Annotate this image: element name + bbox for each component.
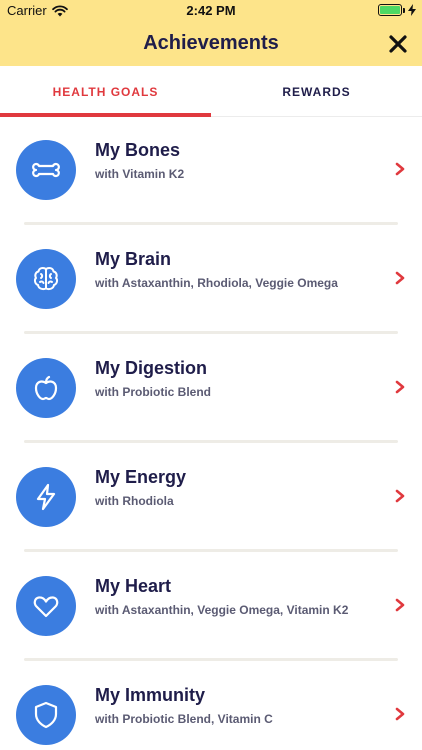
row-divider (24, 549, 398, 552)
goal-subtitle: with Rhodiola (95, 494, 174, 508)
chevron-right-icon (395, 271, 405, 285)
chevron-right-icon (395, 598, 405, 612)
goal-title: My Digestion (95, 358, 208, 378)
row-divider (24, 658, 398, 661)
row-divider (24, 222, 398, 225)
goal-row-energy[interactable]: My Energy with Rhodiola (0, 445, 422, 554)
brain-icon (33, 266, 59, 291)
goal-row-bones[interactable]: My Bones with Vitamin K2 (0, 118, 422, 227)
goal-title: My Brain (95, 249, 172, 269)
apple-icon (34, 375, 58, 401)
goal-icon-circle (16, 576, 76, 636)
chevron-right-icon (395, 707, 405, 721)
goal-subtitle: with Probiotic Blend, Vitamin C (95, 712, 273, 726)
active-tab-indicator (0, 113, 211, 117)
chevron-right-icon (395, 162, 405, 176)
goal-row-brain[interactable]: My Brain with Astaxanthin, Rhodiola, Veg… (0, 227, 422, 336)
tab-bar: HEALTH GOALS REWARDS (0, 66, 422, 117)
goal-icon-circle (16, 249, 76, 309)
app-header: Carrier 2:42 PM Achievements (0, 0, 422, 66)
row-divider (24, 331, 398, 334)
close-button[interactable] (386, 32, 410, 56)
battery-icon (378, 4, 402, 16)
goal-subtitle: with Astaxanthin, Rhodiola, Veggie Omega (95, 276, 338, 290)
shield-icon (34, 701, 58, 729)
goal-title: My Bones (95, 140, 181, 160)
goal-icon-circle (16, 685, 76, 745)
goal-title: My Heart (95, 576, 172, 596)
nav-bar: Achievements (0, 22, 422, 66)
battery-indicator (378, 4, 416, 16)
goal-icon-circle (16, 467, 76, 527)
goal-subtitle: with Vitamin K2 (95, 167, 185, 181)
chevron-right-icon (395, 489, 405, 503)
goal-icon-circle (16, 140, 76, 200)
chevron-right-icon (395, 380, 405, 394)
tab-health-goals[interactable]: HEALTH GOALS (0, 66, 211, 117)
status-bar: Carrier 2:42 PM (0, 0, 422, 22)
goal-icon-circle (16, 358, 76, 418)
status-time: 2:42 PM (186, 3, 236, 18)
goal-subtitle: with Astaxanthin, Veggie Omega, Vitamin … (95, 603, 349, 617)
goal-row-heart[interactable]: My Heart with Astaxanthin, Veggie Omega,… (0, 554, 422, 663)
page-title: Achievements (143, 32, 279, 54)
lightning-icon (36, 483, 56, 511)
row-divider (24, 440, 398, 443)
goal-title: My Energy (95, 467, 187, 487)
bone-icon (32, 162, 60, 178)
goal-subtitle: with Probiotic Blend (95, 385, 211, 399)
goal-title: My Immunity (95, 685, 206, 705)
charging-bolt-icon (408, 4, 416, 16)
close-icon (389, 35, 407, 53)
goal-row-digestion[interactable]: My Digestion with Probiotic Blend (0, 336, 422, 445)
heart-icon (33, 596, 59, 618)
tab-rewards[interactable]: REWARDS (211, 66, 422, 117)
goal-row-immunity[interactable]: My Immunity with Probiotic Blend, Vitami… (0, 663, 422, 750)
